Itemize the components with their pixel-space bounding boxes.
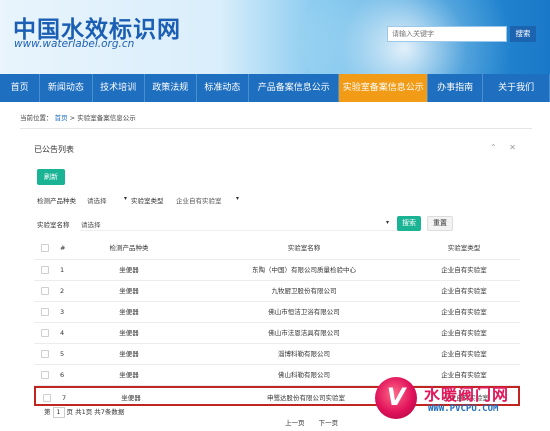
row-lab-type: 企业自有实验室 (441, 329, 487, 337)
table-row[interactable]: 1 坐便器 东陶（中国）有限公司质量检验中心 企业自有实验室 (34, 260, 520, 281)
chevron-down-icon[interactable]: ▾ (386, 219, 389, 226)
site-logo-url: www.waterlabel.org.cn (14, 38, 135, 50)
pager-info: 第1页 共1页 共7条数据 (44, 406, 124, 418)
panel-tools: ⌃ ✕ (480, 143, 516, 152)
pager-page-prefix: 第 (44, 408, 51, 416)
row-product-type: 坐便器 (119, 350, 139, 358)
lab-name-label: 实验室名称 (37, 221, 70, 229)
header-search-box[interactable] (387, 26, 507, 42)
prev-page-link[interactable]: 上一页 (285, 419, 305, 427)
row-lab-type: 企业自有实验室 (441, 350, 487, 358)
column-header-product-type[interactable]: 检测产品种类 (89, 237, 169, 259)
row-checkbox[interactable] (41, 350, 49, 358)
nav-item-3[interactable]: 政策法规 (145, 74, 197, 102)
row-lab-name: 淄博科勒有限公司 (278, 350, 330, 358)
row-checkbox[interactable] (41, 287, 49, 295)
next-page-link[interactable]: 下一页 (319, 419, 339, 427)
chevron-down-icon[interactable]: ▾ (124, 195, 127, 202)
nav-item-4[interactable]: 标准动态 (197, 74, 249, 102)
row-product-type: 坐便器 (119, 329, 139, 337)
row-number: 1 (60, 266, 65, 274)
breadcrumb-prefix: 当前位置： (20, 114, 53, 122)
pager-summary: 页 共1页 共7条数据 (66, 408, 125, 416)
watermark-text: 水暖阀门网 (424, 385, 510, 404)
pager-nav: 上一页 下一页 (285, 417, 350, 427)
chevron-up-icon[interactable]: ⌃ (490, 143, 497, 152)
nav-item-1[interactable]: 新闻动态 (40, 74, 93, 102)
watermark-logo: V (375, 377, 417, 419)
nav-item-6[interactable]: 实验室备案信息公示 (339, 74, 429, 102)
watermark-url: WWW.PVCPU.COM (428, 404, 499, 414)
header-search-input[interactable] (388, 27, 506, 41)
row-checkbox[interactable] (43, 394, 51, 402)
table-row[interactable]: 4 坐便器 佛山市法恩洁具有限公司 企业自有实验室 (34, 323, 520, 344)
row-lab-name: 东陶（中国）有限公司质量检验中心 (252, 266, 356, 274)
nav-item-2[interactable]: 技术培训 (93, 74, 145, 102)
row-product-type: 坐便器 (121, 394, 141, 402)
row-checkbox[interactable] (41, 329, 49, 337)
row-product-type: 坐便器 (119, 287, 139, 295)
row-product-type: 坐便器 (119, 308, 139, 316)
row-number: 6 (60, 371, 65, 379)
column-header-number[interactable]: # (60, 237, 70, 259)
row-lab-type: 企业自有实验室 (441, 266, 487, 274)
product-type-label: 检测产品种类 (37, 197, 76, 205)
table-header-row: # 检测产品种类 实验室名称 实验室类型 (34, 237, 520, 260)
row-lab-type: 企业自有实验室 (441, 287, 487, 295)
breadcrumb-current: 实验室备案信息公示 (77, 114, 136, 122)
row-lab-name: 佛山市恒洁卫浴有限公司 (268, 308, 340, 316)
table-row[interactable]: 2 坐便器 九牧厨卫股份有限公司 企业自有实验室 (34, 281, 520, 302)
row-checkbox[interactable] (41, 308, 49, 316)
lab-type-select[interactable]: 企业自有实验室 (176, 195, 222, 205)
chevron-down-icon[interactable]: ▾ (236, 195, 239, 202)
row-product-type: 坐便器 (119, 371, 139, 379)
row-lab-type: 企业自有实验室 (441, 308, 487, 316)
lab-name-select-value: 请选择 (81, 221, 101, 229)
row-number: 5 (60, 350, 65, 358)
row-number: 7 (62, 394, 67, 402)
nav-item-7[interactable]: 办事指南 (428, 74, 484, 102)
lab-type-label: 实验室类型 (131, 197, 164, 205)
breadcrumb-home-link[interactable]: 首页 (55, 114, 68, 122)
filter-search-button[interactable]: 搜索 (397, 216, 421, 231)
filter-reset-button[interactable]: 重置 (427, 216, 453, 231)
refresh-button[interactable]: 刷新 (37, 169, 65, 185)
row-lab-name: 九牧厨卫股份有限公司 (271, 287, 337, 295)
page-number-input[interactable]: 1 (52, 406, 65, 418)
nav-item-8[interactable]: 关于我们 (483, 74, 550, 102)
column-header-lab-name[interactable]: 实验室名称 (194, 237, 414, 259)
column-header-lab-type[interactable]: 实验室类型 (424, 237, 504, 259)
row-checkbox[interactable] (41, 266, 49, 274)
row-lab-name: 佛山市法恩洁具有限公司 (268, 329, 340, 337)
breadcrumb-separator: > (69, 114, 76, 122)
nav-item-5[interactable]: 产品备案信息公示 (249, 74, 340, 102)
row-number: 2 (60, 287, 65, 295)
close-icon[interactable]: ✕ (509, 143, 516, 152)
main-nav: 首页 新闻动态 技术培训 政策法规 标准动态 产品备案信息公示 实验室备案信息公示 办事指南关… (0, 74, 550, 102)
lab-name-select[interactable]: 请选择 ▾ (80, 216, 412, 231)
nav-item-0[interactable]: 首页 (0, 74, 41, 102)
table-row[interactable]: 3 坐便器 佛山市恒洁卫浴有限公司 企业自有实验室 (34, 302, 520, 323)
table-row[interactable]: 5 坐便器 淄博科勒有限公司 企业自有实验室 (34, 344, 520, 365)
breadcrumb: 当前位置： 首页 > 实验室备案信息公示 (20, 112, 136, 122)
header-banner: 中国水效标识网 www.waterlabel.org.cn 搜索 (0, 0, 550, 74)
product-type-select[interactable]: 请选择 (87, 195, 107, 205)
row-product-type: 坐便器 (119, 266, 139, 274)
row-number: 3 (60, 308, 65, 316)
panel-title: 已公告列表 (34, 145, 74, 154)
header-search-button[interactable]: 搜索 (510, 26, 536, 42)
select-all-checkbox[interactable] (41, 244, 49, 252)
row-checkbox[interactable] (41, 371, 49, 379)
row-number: 4 (60, 329, 65, 337)
